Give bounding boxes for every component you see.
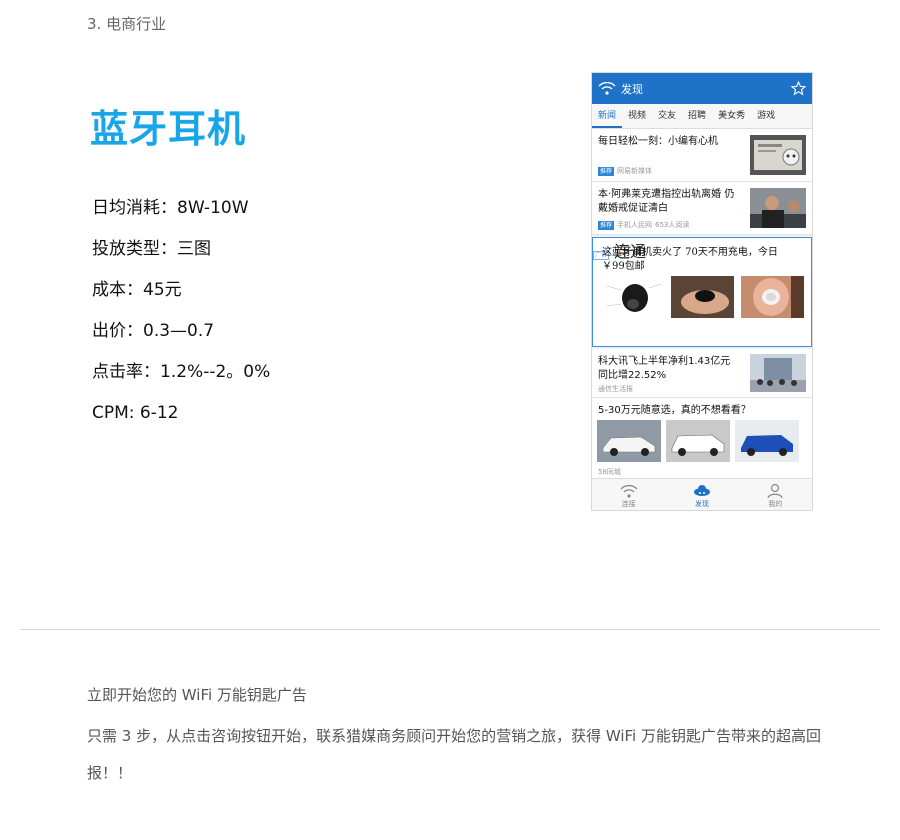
nav-profile[interactable]: 我的 bbox=[739, 479, 812, 510]
stat-ctr: 点击率：1.2%--2。0% bbox=[92, 362, 271, 382]
divider bbox=[20, 629, 880, 630]
news-meta: 通信生活报 bbox=[598, 384, 633, 394]
phone-bottom-nav: 连接 发现 我的 bbox=[592, 478, 812, 510]
tab-games[interactable]: 游戏 bbox=[751, 104, 781, 128]
phone-tabs: 新闻 视频 交友 招聘 美女秀 游戏 bbox=[592, 104, 812, 129]
stat-ad-type: 投放类型：三图 bbox=[92, 239, 211, 259]
nav-connect[interactable]: 连接 bbox=[592, 479, 665, 510]
news-headline: 科大讯飞上半年净利1.43亿元 同比增22.52% bbox=[598, 356, 731, 381]
recommend-tag: 推荐 bbox=[598, 166, 615, 176]
news-item[interactable]: 每日轻松一刻：小编有心机 推荐 网易新媒体 bbox=[592, 129, 812, 182]
news-reads: 653人阅读 bbox=[655, 221, 690, 229]
ad-card[interactable]: 这蓝牙耳机卖火了 70天不用充电，今日 ￥99包邮 广告 连通 bbox=[592, 237, 812, 347]
phone-screenshot: 发现 新闻 视频 交友 招聘 美女秀 游戏 每日轻松一刻：小编有心机 推荐 网易… bbox=[591, 72, 813, 511]
news-source: 58同城 bbox=[598, 468, 621, 476]
news-meta: 推荐 手机人民网 653人阅读 bbox=[598, 220, 689, 230]
nav-label: 连接 bbox=[621, 500, 636, 508]
cta-title: 立即开始您的 WiFi 万能钥匙广告 bbox=[87, 686, 307, 704]
news-thumbnail bbox=[750, 135, 806, 175]
ad-headline: 这蓝牙耳机卖火了 70天不用充电，今日 ￥99包邮 bbox=[602, 247, 778, 272]
earphone-image bbox=[601, 276, 664, 318]
news-meta: 58同城 bbox=[598, 467, 621, 477]
cta-body: 只需 3 步，从点击咨询按钮开始，联系猎媒商务顾问开始您的营销之旅，获得 WiF… bbox=[87, 727, 821, 782]
phone-header-title: 发现 bbox=[621, 82, 643, 96]
news-source: 网易新媒体 bbox=[617, 167, 653, 175]
stat-daily-spend: 日均消耗：8W-10W bbox=[92, 198, 249, 218]
car-image bbox=[666, 420, 730, 462]
news-headline: 每日轻松一刻：小编有心机 bbox=[598, 136, 718, 147]
discover-icon bbox=[693, 485, 710, 496]
news-headline: 5-30万元随意选，真的不想看看？ bbox=[598, 405, 751, 416]
wifi-icon bbox=[620, 484, 638, 498]
car-images bbox=[597, 420, 799, 462]
news-meta: 推荐 网易新媒体 bbox=[598, 166, 652, 176]
news-thumbnail bbox=[750, 188, 806, 228]
news-item[interactable]: 5-30万元随意选，真的不想看看？ 58同城 bbox=[592, 398, 812, 479]
product-title: 蓝牙耳机 bbox=[90, 107, 247, 151]
news-item[interactable]: 科大讯飞上半年净利1.43亿元 同比增22.52% 通信生活报 bbox=[592, 349, 812, 398]
news-source: 通信生活报 bbox=[598, 385, 633, 393]
recommend-tag: 推荐 bbox=[598, 220, 615, 230]
earphone-ear-image bbox=[741, 276, 804, 318]
stat-cpm: CPM: 6-12 bbox=[92, 403, 179, 423]
earphone-hand-image bbox=[671, 276, 734, 318]
section-title: 3. 电商行业 bbox=[87, 15, 167, 33]
tab-news[interactable]: 新闻 bbox=[592, 104, 623, 128]
tab-video[interactable]: 视频 bbox=[622, 104, 652, 128]
stats-list: 日均消耗：8W-10W 投放类型：三图 成本：45元 出价：0.3—0.7 点击… bbox=[92, 197, 270, 443]
star-icon[interactable] bbox=[791, 81, 806, 96]
tab-jobs[interactable]: 招聘 bbox=[682, 104, 712, 128]
news-item[interactable]: 本·阿弗莱克遭指控出轨离婚 仍戴婚戒促证清白 推荐 手机人民网 653人阅读 bbox=[592, 182, 812, 235]
news-headline: 本·阿弗莱克遭指控出轨离婚 仍戴婚戒促证清白 bbox=[598, 189, 735, 214]
news-source: 手机人民网 bbox=[617, 221, 653, 229]
car-image bbox=[597, 420, 661, 462]
tab-beauty[interactable]: 美女秀 bbox=[712, 104, 751, 128]
nav-label: 我的 bbox=[768, 500, 783, 508]
tab-social[interactable]: 交友 bbox=[652, 104, 682, 128]
car-image bbox=[735, 420, 799, 462]
stat-bid: 出价：0.3—0.7 bbox=[92, 321, 215, 341]
nav-label: 发现 bbox=[694, 500, 709, 508]
stat-cost: 成本：45元 bbox=[92, 280, 182, 300]
nav-discover[interactable]: 发现 bbox=[665, 479, 738, 510]
news-thumbnail bbox=[750, 354, 806, 392]
user-icon bbox=[767, 483, 783, 499]
phone-header: 发现 bbox=[592, 73, 812, 104]
wifi-icon bbox=[598, 81, 616, 95]
